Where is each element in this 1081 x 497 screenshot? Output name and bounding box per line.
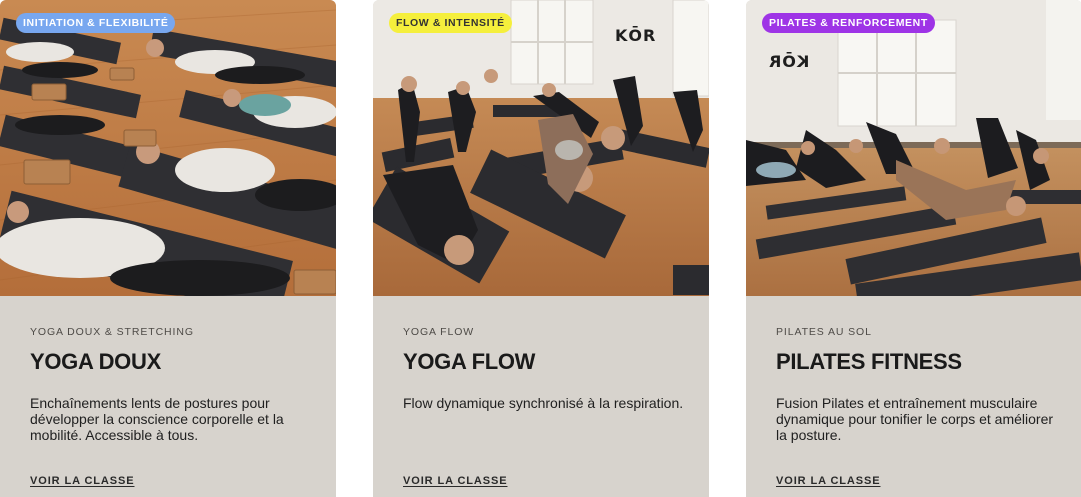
class-card-yoga-flow[interactable]: FLOW & INTENSITÉ KŌR YOGA FLOW YOGA FLOW…: [373, 0, 709, 497]
yoga-flow-photo: [373, 0, 709, 296]
card-eyebrow: YOGA DOUX & STRETCHING: [30, 326, 194, 338]
card-eyebrow: YOGA FLOW: [403, 326, 475, 338]
card-title: YOGA DOUX: [30, 349, 161, 374]
card-title: YOGA FLOW: [403, 349, 536, 374]
kor-logo: KŌR: [768, 52, 810, 71]
view-class-link[interactable]: VOIR LA CLASSE: [30, 475, 134, 487]
class-photo: [0, 0, 336, 296]
yoga-doux-photo: [0, 0, 336, 296]
card-title: PILATES FITNESS: [776, 349, 962, 374]
view-class-link[interactable]: VOIR LA CLASSE: [776, 475, 880, 487]
class-card-pilates-fitness[interactable]: PILATES & RENFORCEMENT KŌR PILATES AU SO…: [746, 0, 1081, 497]
card-body: PILATES AU SOL PILATES FITNESS Fusion Pi…: [776, 326, 1062, 443]
card-body: YOGA FLOW YOGA FLOW Flow dynamique synch…: [403, 326, 689, 411]
card-description: Fusion Pilates et entraînement musculair…: [776, 395, 1054, 443]
class-card-yoga-doux[interactable]: INITIATION & FLEXIBILITÉ YOGA DOUX & STR…: [0, 0, 336, 497]
class-photo: [373, 0, 709, 296]
card-description: Enchaînements lents de postures pour dév…: [30, 395, 284, 443]
card-eyebrow: PILATES AU SOL: [776, 326, 872, 338]
pilates-fitness-photo: [746, 0, 1081, 296]
category-badge: FLOW & INTENSITÉ: [389, 13, 512, 33]
card-body: YOGA DOUX & STRETCHING YOGA DOUX Enchaîn…: [30, 326, 316, 443]
category-badge: INITIATION & FLEXIBILITÉ: [16, 13, 176, 33]
category-badge: PILATES & RENFORCEMENT: [762, 13, 935, 33]
class-photo: [746, 0, 1081, 296]
card-description: Flow dynamique synchronisé à la respirat…: [403, 395, 684, 411]
kor-logo: KŌR: [615, 26, 657, 45]
view-class-link[interactable]: VOIR LA CLASSE: [403, 475, 507, 487]
